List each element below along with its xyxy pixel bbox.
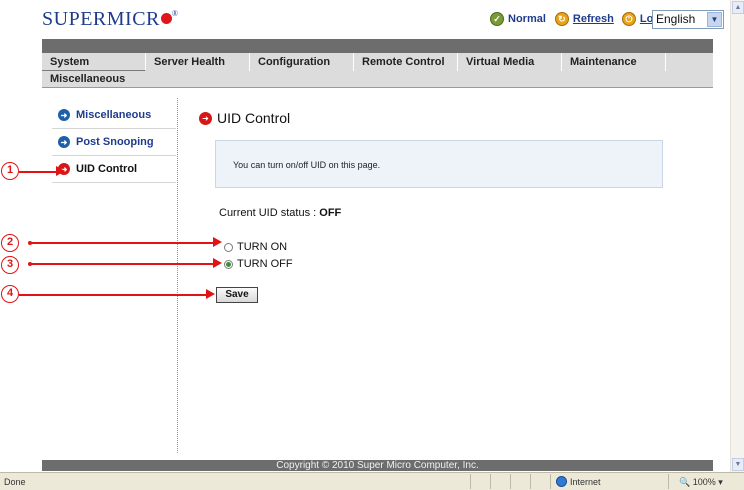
statusbar-separator — [470, 474, 471, 489]
callout-2: 2 — [1, 234, 19, 252]
globe-icon — [556, 476, 567, 487]
arrow-right-icon: ➜ — [58, 136, 70, 148]
uid-status: Current UID status : OFF — [219, 207, 341, 219]
callout-4-arrow — [206, 289, 215, 299]
menu-remote-control[interactable]: Remote Control — [354, 53, 458, 71]
callout-2-line — [30, 242, 216, 244]
vertical-scrollbar[interactable]: ▲ ▼ — [730, 0, 744, 472]
callout-1-line — [19, 171, 59, 173]
scroll-up-icon[interactable]: ▲ — [732, 1, 744, 14]
submenu-miscellaneous[interactable]: Miscellaneous — [50, 73, 125, 85]
statusbar-separator — [550, 474, 551, 489]
callout-4-line — [19, 294, 209, 296]
refresh-icon[interactable]: ↻ — [554, 12, 569, 26]
logo-registered: ® — [171, 9, 179, 18]
language-value: English — [656, 12, 696, 26]
statusbar-zone: Internet — [556, 476, 601, 487]
statusbar-zoom-text: 100% — [692, 477, 716, 487]
main-menu: System Server Health Configuration Remot… — [42, 53, 713, 71]
status-ok-icon: ✓ — [490, 12, 504, 26]
statusbar-done-text: Done — [4, 477, 26, 487]
radio-turn-off-label: TURN OFF — [237, 258, 293, 270]
supermicro-logo: SUPERMICR ® — [42, 8, 178, 31]
callout-3: 3 — [1, 256, 19, 274]
sidebar-item-uid-control[interactable]: ➜ UID Control — [52, 156, 176, 183]
magnifier-icon: 🔍 — [679, 477, 691, 487]
submenu-bar: Miscellaneous — [42, 71, 713, 88]
sidebar-item-label: Miscellaneous — [76, 109, 152, 121]
radio-turn-on-input[interactable] — [224, 242, 233, 252]
radio-turn-on-label: TURN ON — [237, 241, 288, 253]
page-title-text: UID Control — [217, 110, 291, 126]
footer-copyright: Copyright © 2010 Super Micro Computer, I… — [42, 460, 713, 471]
page: SUPERMICR ® ✓ Normal ↻ Refresh ⏻ Logout E… — [0, 0, 744, 490]
arrow-right-icon: ➜ — [58, 109, 70, 121]
uid-status-label: Current UID status : — [219, 207, 320, 219]
radio-turn-off-input[interactable] — [224, 259, 233, 269]
menu-maintenance[interactable]: Maintenance — [562, 53, 666, 71]
statusbar-separator — [668, 474, 669, 489]
callout-1: 1 — [1, 162, 19, 180]
callout-4: 4 — [1, 285, 19, 303]
menu-server-health[interactable]: Server Health — [146, 53, 250, 71]
sidebar-item-label: Post Snooping — [76, 136, 154, 148]
statusbar-zoom[interactable]: 🔍 100% ▾ — [679, 477, 723, 488]
refresh-link[interactable]: Refresh — [573, 13, 614, 25]
info-text: You can turn on/off UID on this page. — [233, 160, 381, 170]
header-status-area: ✓ Normal ↻ Refresh ⏻ Logout — [490, 12, 677, 26]
radio-selected-dot — [226, 261, 231, 267]
sidebar-item-miscellaneous[interactable]: ➜ Miscellaneous — [52, 102, 176, 129]
logo-text: SUPERMICR — [42, 8, 160, 30]
callout-3-line — [30, 263, 216, 265]
callout-2-arrow — [213, 237, 222, 247]
statusbar-separator — [530, 474, 531, 489]
status-normal-text: Normal — [508, 13, 546, 25]
scroll-down-icon[interactable]: ▼ — [732, 458, 744, 471]
arrow-right-active-icon: ➜ — [199, 111, 212, 125]
radio-turn-off[interactable]: TURN OFF — [224, 258, 293, 270]
menu-system[interactable]: System — [42, 53, 146, 71]
logo-dot-icon — [160, 13, 172, 24]
statusbar-zone-text: Internet — [570, 476, 601, 487]
menu-virtual-media[interactable]: Virtual Media — [458, 53, 562, 71]
save-button[interactable]: Save — [216, 287, 258, 303]
page-title: ➜ UID Control — [199, 110, 290, 126]
uid-status-value: OFF — [319, 207, 342, 219]
menu-configuration[interactable]: Configuration — [250, 53, 354, 71]
statusbar-separator — [490, 474, 491, 489]
info-box: You can turn on/off UID on this page. — [215, 140, 663, 188]
sidebar-item-label: UID Control — [76, 163, 138, 175]
browser-statusbar: Done Internet 🔍 100% ▾ — [0, 472, 744, 490]
sidebar-divider — [177, 98, 178, 453]
callout-3-arrow — [213, 258, 222, 268]
radio-turn-on[interactable]: TURN ON — [224, 241, 287, 253]
logout-icon[interactable]: ⏻ — [621, 12, 636, 26]
sidebar-item-post-snooping[interactable]: ➜ Post Snooping — [52, 129, 176, 156]
menu-top-strip — [42, 39, 713, 53]
callout-1-arrow — [56, 166, 65, 176]
sidebar: ➜ Miscellaneous ➜ Post Snooping ➜ UID Co… — [52, 102, 176, 183]
chevron-down-icon[interactable]: ▼ — [707, 12, 722, 27]
language-select[interactable]: English ▼ — [652, 10, 724, 29]
statusbar-separator — [510, 474, 511, 489]
